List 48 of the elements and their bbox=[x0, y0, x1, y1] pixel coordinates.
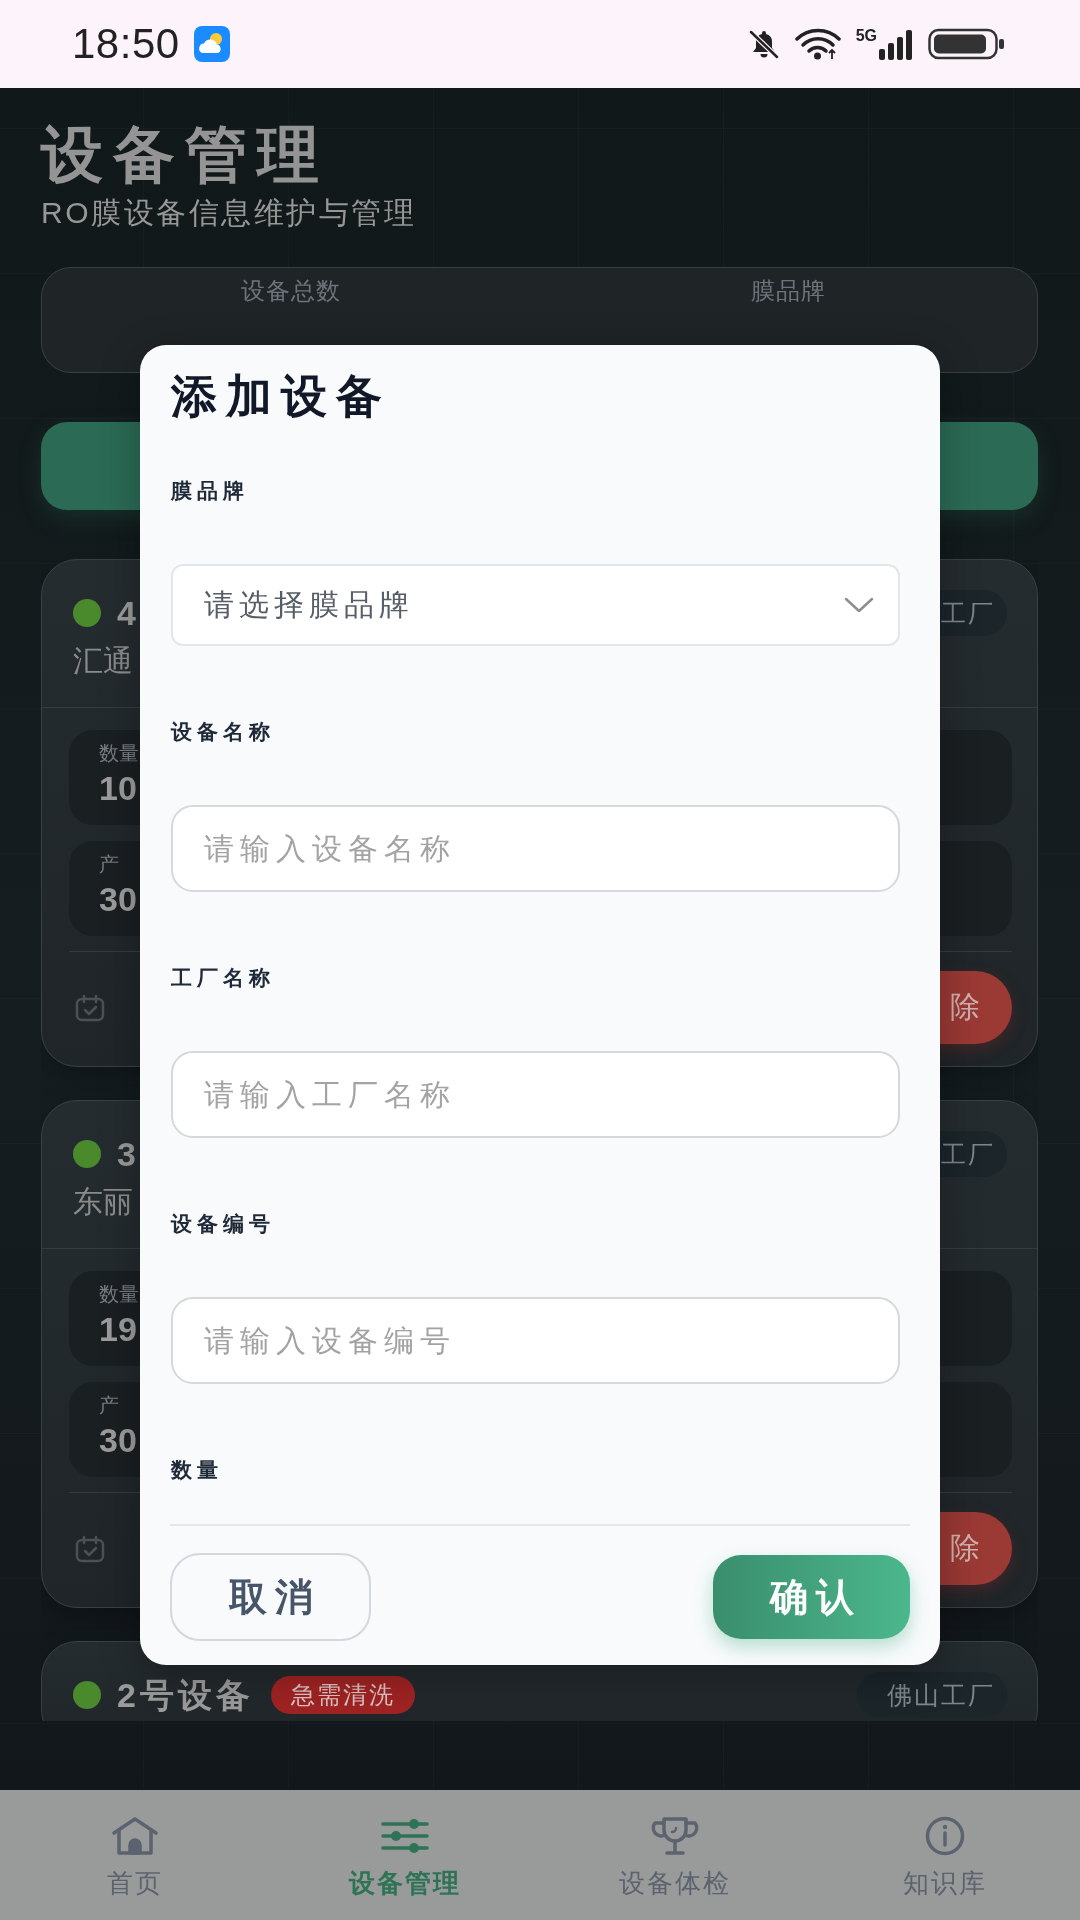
status-time: 18:50 bbox=[72, 23, 180, 65]
page-title: 设备管理 bbox=[41, 119, 329, 191]
wifi-icon bbox=[794, 28, 841, 60]
nav-tab[interactable]: 首页 bbox=[0, 1790, 270, 1920]
device-name: 4 bbox=[117, 593, 140, 634]
field-label: 工厂名称 bbox=[171, 965, 275, 991]
bell-off-icon bbox=[747, 28, 780, 60]
select-field[interactable]: 请选择膜品牌 bbox=[171, 564, 900, 646]
metric-value: 10 bbox=[99, 768, 137, 809]
device-brand: 东丽 bbox=[73, 1184, 133, 1220]
calendar-check-icon bbox=[75, 993, 105, 1022]
device-name: 2号设备 bbox=[117, 1675, 254, 1716]
sun-cloud-icon bbox=[193, 26, 230, 62]
status-badge: 急需清洗 bbox=[270, 1676, 415, 1714]
field-label: 设备编号 bbox=[171, 1211, 275, 1237]
signal-icon bbox=[879, 30, 913, 60]
metric-value: 30 bbox=[99, 1420, 137, 1461]
sliders-icon bbox=[380, 1816, 430, 1856]
field-label: 设备名称 bbox=[171, 719, 275, 745]
nav-tab[interactable]: 设备体检 bbox=[540, 1790, 810, 1920]
device-name: 3 bbox=[117, 1134, 140, 1175]
field-label: 膜品牌 bbox=[171, 478, 249, 504]
cancel-button[interactable]: 取消 bbox=[170, 1553, 371, 1641]
calendar-check-icon bbox=[75, 1534, 105, 1563]
metric-label: 数量 bbox=[99, 741, 139, 766]
battery-icon bbox=[928, 28, 1006, 60]
dialog-title: 添加设备 bbox=[171, 369, 391, 424]
stat-label: 设备总数 bbox=[240, 276, 341, 306]
metric-label: 产 bbox=[99, 1393, 119, 1418]
field-label: 数量 bbox=[171, 1457, 223, 1483]
stat-label: 膜品牌 bbox=[750, 276, 826, 306]
metric-value: 19 bbox=[99, 1309, 137, 1350]
input-field[interactable]: 请输入工厂名称 bbox=[171, 1051, 900, 1138]
nav-tab[interactable]: 设备管理 bbox=[270, 1790, 540, 1920]
trophy-icon bbox=[650, 1816, 700, 1856]
metric-label: 产 bbox=[99, 852, 119, 877]
device-brand: 汇通 bbox=[73, 643, 133, 679]
confirm-button[interactable]: 确认 bbox=[713, 1555, 910, 1639]
metric-value: 30 bbox=[99, 879, 137, 920]
network-type: 5G bbox=[855, 28, 877, 44]
factory-tag: 佛山工厂 bbox=[857, 1672, 1007, 1718]
input-field[interactable]: 请输入设备名称 bbox=[171, 805, 900, 892]
chevron-down-icon bbox=[844, 597, 874, 613]
metric-label: 数量 bbox=[99, 1282, 139, 1307]
page-subtitle: RO膜设备信息维护与管理 bbox=[41, 195, 416, 231]
home-icon bbox=[110, 1816, 160, 1856]
input-field[interactable]: 请输入设备编号 bbox=[171, 1297, 900, 1384]
nav-tab[interactable]: 知识库 bbox=[810, 1790, 1080, 1920]
